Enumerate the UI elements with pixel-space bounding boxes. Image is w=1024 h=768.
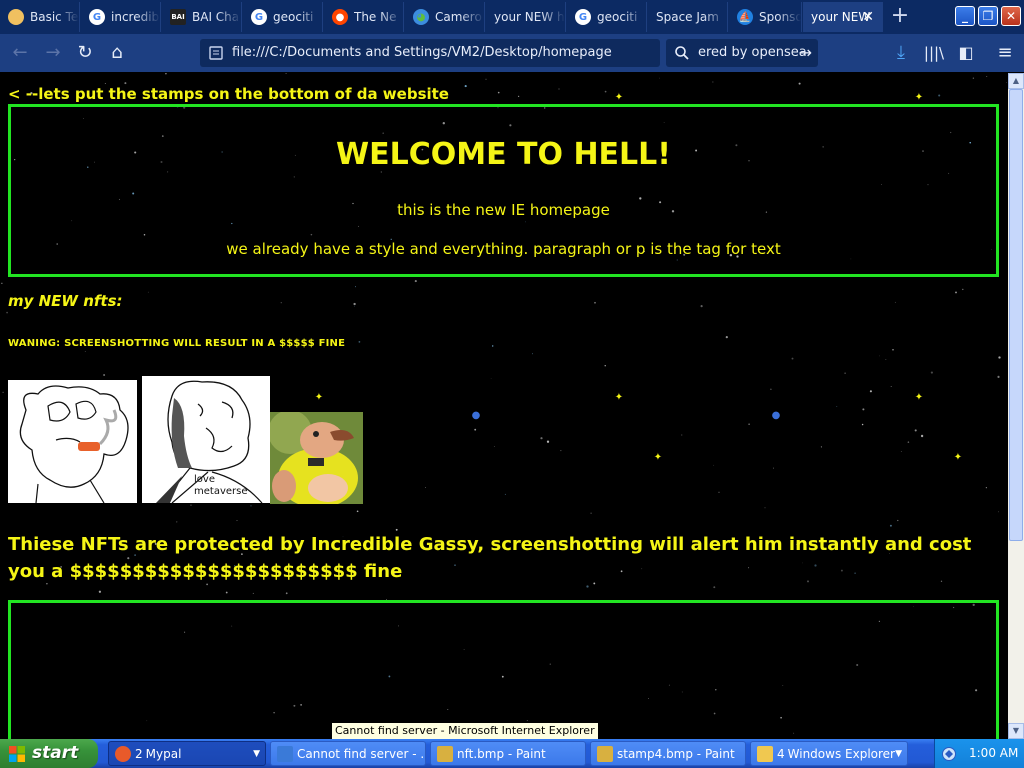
tab-reddit[interactable]: ● The Ne xyxy=(324,2,404,32)
tab-sponsored[interactable]: ⛵ Sponso xyxy=(729,2,802,32)
svg-text:✦: ✦ xyxy=(915,92,923,103)
task-count: 4 xyxy=(777,747,785,761)
back-link[interactable]: < --lets put the stamps on the bottom of… xyxy=(8,85,449,103)
mypal-icon xyxy=(115,746,131,762)
task-label: Mypal xyxy=(145,747,182,761)
circle-icon xyxy=(8,9,24,25)
clock: 1:00 AM xyxy=(969,746,1019,760)
svg-text:●: ● xyxy=(772,410,781,421)
google-icon: G xyxy=(251,9,267,25)
svg-text:✦: ✦ xyxy=(615,92,623,103)
opensea-icon: ⛵ xyxy=(737,9,753,25)
banner-paragraph-2: we already have a style and everything. … xyxy=(226,240,781,258)
globe-icon: ◕ xyxy=(413,9,429,25)
maximize-button[interactable]: ❐ xyxy=(978,6,998,26)
svg-text:✦: ✦ xyxy=(954,452,962,463)
paint-icon xyxy=(597,746,613,762)
task-nft-paint[interactable]: nft.bmp - Paint xyxy=(430,741,586,766)
tab-bar: Basic Te G incredib BAI BAI Cha G geocit… xyxy=(0,0,1024,34)
folder-icon xyxy=(757,746,773,762)
task-label: Cannot find server - ... xyxy=(297,747,426,761)
vertical-scrollbar[interactable]: ▲ ▼ xyxy=(1008,73,1024,739)
tab-cameron[interactable]: ◕ Camero xyxy=(405,2,485,32)
tab-your-new-homepage[interactable]: your NEW h xyxy=(486,2,566,32)
menu-icon[interactable]: ≡ xyxy=(994,42,1016,64)
forward-icon[interactable]: → xyxy=(42,42,64,64)
nft-heading: my NEW nfts: xyxy=(8,292,123,310)
scroll-up-arrow-icon[interactable]: ▲ xyxy=(1008,73,1024,89)
task-label: stamp4.bmp - Paint xyxy=(617,747,735,761)
paint-icon xyxy=(437,746,453,762)
minimize-button[interactable]: _ xyxy=(955,6,975,26)
navigation-bar: ← → ↻ ⌂ file:///C:/Documents and Setting… xyxy=(0,34,1024,72)
svg-text:●: ● xyxy=(472,410,481,421)
scroll-thumb[interactable] xyxy=(1009,89,1023,541)
nft-image-3-gassy xyxy=(270,412,363,504)
tab-geocities-1[interactable]: G geociti xyxy=(243,2,323,32)
search-icon xyxy=(675,46,689,60)
svg-text:✦: ✦ xyxy=(615,392,623,403)
address-text: file:///C:/Documents and Settings/VM2/De… xyxy=(232,45,612,60)
close-window-button[interactable]: ✕ xyxy=(1001,6,1021,26)
tab-geocities-2[interactable]: G geociti xyxy=(567,2,647,32)
banner-paragraph-1: this is the new IE homepage xyxy=(397,201,610,219)
google-icon: G xyxy=(89,9,105,25)
search-go-icon[interactable]: → xyxy=(799,39,812,67)
taskbar-tooltip: Cannot find server - Microsoft Internet … xyxy=(331,722,599,740)
tab-bai[interactable]: BAI BAI Cha xyxy=(162,2,242,32)
svg-text:✦: ✦ xyxy=(915,392,923,403)
tab-incredible[interactable]: G incredib xyxy=(81,2,161,32)
network-icon[interactable] xyxy=(941,746,957,762)
google-icon: G xyxy=(575,9,591,25)
new-tab-button[interactable]: + xyxy=(888,4,912,28)
sidebar-icon[interactable]: ◧ xyxy=(955,42,977,64)
home-icon[interactable]: ⌂ xyxy=(106,42,128,64)
svg-text:✦: ✦ xyxy=(315,392,323,403)
ie-window-icon xyxy=(277,746,293,762)
close-tab-icon[interactable]: ✕ xyxy=(862,9,874,25)
screenshot-warning: WANING: SCREENSHOTTING WILL RESULT IN A … xyxy=(8,338,346,349)
svg-text:✦: ✦ xyxy=(654,452,662,463)
reddit-icon: ● xyxy=(332,9,348,25)
tab-basic[interactable]: Basic Te xyxy=(0,2,80,32)
bai-icon: BAI xyxy=(170,9,186,25)
task-count: 2 xyxy=(135,747,143,761)
task-stamp4-paint[interactable]: stamp4.bmp - Paint xyxy=(590,741,746,766)
scroll-down-arrow-icon[interactable]: ▼ xyxy=(1008,723,1024,739)
page-viewport: ✦ ✦ ✦ ✦ ✦ ✦ ✦ ● ● < --lets put the stamps on the… xyxy=(0,73,1008,739)
download-icon[interactable]: ⤓ xyxy=(890,42,912,64)
nft-image-2: love metaverse xyxy=(142,376,270,503)
windows-logo-icon xyxy=(9,746,25,762)
reload-icon[interactable]: ↻ xyxy=(74,42,96,64)
nft2-caption: love metaverse xyxy=(194,474,248,497)
task-windows-explorer-group[interactable]: 4 Windows Explorer ▼ xyxy=(750,741,908,766)
search-text: ered by opensea xyxy=(698,45,807,60)
library-icon[interactable]: |||\ xyxy=(923,42,945,64)
nft-protection-notice: Thiese NFTs are protected by Incredible … xyxy=(8,534,972,582)
start-label: start xyxy=(32,743,79,763)
welcome-banner: WELCOME TO HELL! this is the new IE home… xyxy=(8,104,999,277)
task-label: nft.bmp - Paint xyxy=(457,747,546,761)
page-title: WELCOME TO HELL! xyxy=(336,137,671,172)
back-icon[interactable]: ← xyxy=(9,42,31,64)
stamps-box xyxy=(8,600,999,739)
group-caret-icon: ▼ xyxy=(895,749,902,759)
system-tray: 1:00 AM xyxy=(934,739,1024,768)
tab-space-jam[interactable]: Space Jam xyxy=(648,2,728,32)
start-button[interactable]: start xyxy=(0,739,98,768)
task-cannot-find-server[interactable]: Cannot find server - ... xyxy=(270,741,426,766)
address-bar[interactable]: file:///C:/Documents and Settings/VM2/De… xyxy=(200,39,660,67)
group-caret-icon: ▼ xyxy=(253,749,260,759)
task-mypal-group[interactable]: 2 Mypal ▼ xyxy=(108,741,266,766)
task-label: Windows Explorer xyxy=(787,747,895,761)
tab-active-your-new[interactable]: your NEW ✕ xyxy=(803,2,883,32)
page-info-icon xyxy=(209,46,223,60)
nft-image-1 xyxy=(8,380,137,503)
search-field[interactable]: ered by opensea → xyxy=(666,39,818,67)
taskbar: start 2 Mypal ▼ Cannot find server - ... … xyxy=(0,739,1024,768)
